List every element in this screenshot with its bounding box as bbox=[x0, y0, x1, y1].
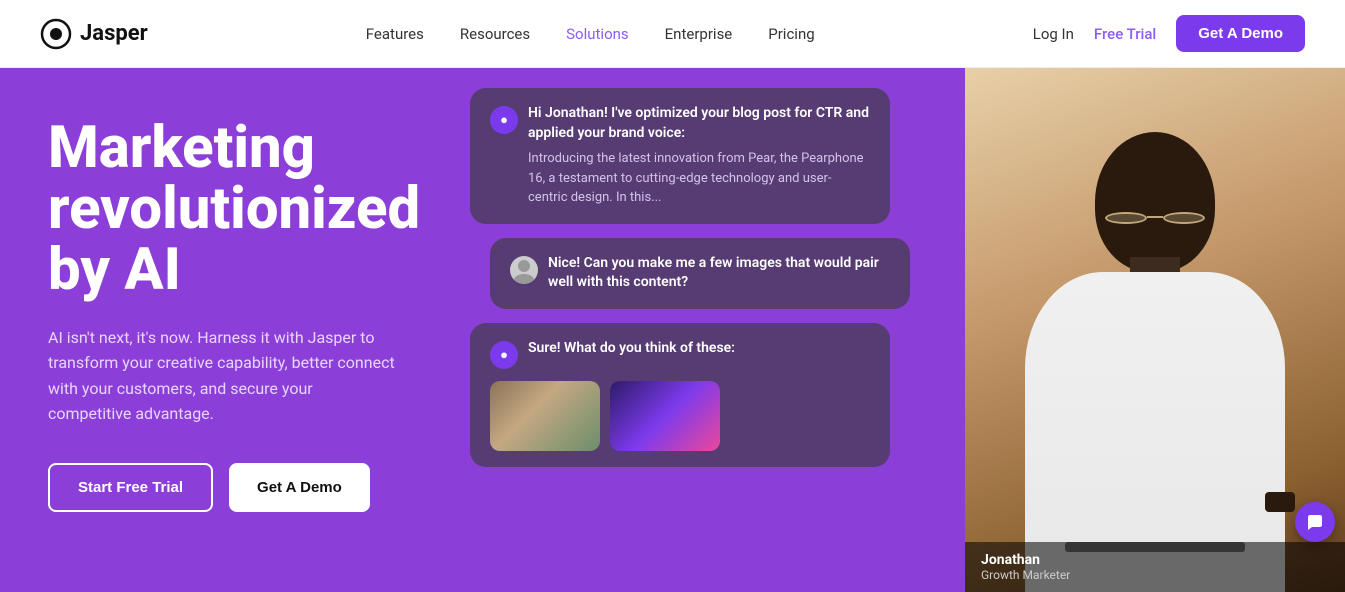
nav-features[interactable]: Features bbox=[366, 25, 424, 43]
get-demo-hero-button[interactable]: Get A Demo bbox=[229, 463, 370, 512]
chat-bubble-1-body: Introducing the latest innovation from P… bbox=[528, 149, 870, 208]
watch-hint bbox=[1265, 492, 1295, 512]
person-container bbox=[995, 112, 1315, 592]
chat-bubble-1: ● Hi Jonathan! I've optimized your blog … bbox=[470, 88, 890, 224]
hero-person-photo: Jonathan Growth Marketer bbox=[965, 68, 1345, 592]
logo-text: Jasper bbox=[80, 21, 148, 46]
person-name-tag: Jonathan Growth Marketer bbox=[965, 542, 1345, 592]
person-head bbox=[1095, 132, 1215, 272]
chat-bubble-1-bold: Hi Jonathan! I've optimized your blog po… bbox=[528, 104, 870, 143]
glasses-hint bbox=[1105, 212, 1205, 224]
hero-subtitle: AI isn't next, it's now. Harness it with… bbox=[48, 325, 398, 427]
jasper-logo-icon bbox=[40, 18, 72, 50]
nav-links: Features Resources Solutions Enterprise … bbox=[366, 25, 815, 43]
nav-solutions[interactable]: Solutions bbox=[566, 25, 629, 43]
generated-image-2 bbox=[610, 381, 720, 451]
user-avatar bbox=[510, 256, 538, 284]
nav-right: Log In Free Trial Get A Demo bbox=[1033, 15, 1305, 52]
hero-left: Marketing revolutionized by AI AI isn't … bbox=[0, 68, 430, 592]
chat-bubble-3-text: Sure! What do you think of these: bbox=[528, 339, 870, 359]
nav-pricing[interactable]: Pricing bbox=[768, 25, 814, 43]
nav-resources[interactable]: Resources bbox=[460, 25, 530, 43]
photo-background: Jonathan Growth Marketer bbox=[965, 68, 1345, 592]
login-link[interactable]: Log In bbox=[1033, 25, 1074, 43]
person-name: Jonathan bbox=[981, 552, 1329, 568]
hero-buttons: Start Free Trial Get A Demo bbox=[48, 463, 430, 512]
person-role: Growth Marketer bbox=[981, 568, 1329, 582]
navbar: Jasper Features Resources Solutions Ente… bbox=[0, 0, 1345, 68]
chat-bubble-3: ● Sure! What do you think of these: bbox=[470, 323, 890, 467]
free-trial-link[interactable]: Free Trial bbox=[1094, 25, 1156, 43]
hero-title: Marketing revolutionized by AI bbox=[48, 118, 430, 301]
jasper-ai-icon: ● bbox=[490, 106, 518, 134]
generated-image-1 bbox=[490, 381, 600, 451]
start-free-trial-button[interactable]: Start Free Trial bbox=[48, 463, 213, 512]
jasper-ai-icon-2: ● bbox=[490, 341, 518, 369]
chat-support-icon[interactable] bbox=[1295, 502, 1335, 542]
chat-generated-images bbox=[490, 381, 870, 451]
chat-bubble-2: Nice! Can you make me a few images that … bbox=[490, 238, 910, 309]
nav-enterprise[interactable]: Enterprise bbox=[665, 25, 733, 43]
hero-section: Marketing revolutionized by AI AI isn't … bbox=[0, 68, 1345, 592]
logo[interactable]: Jasper bbox=[40, 18, 148, 50]
get-demo-nav-button[interactable]: Get A Demo bbox=[1176, 15, 1305, 52]
hero-chat-area: ● Hi Jonathan! I've optimized your blog … bbox=[430, 68, 965, 592]
chat-bubble-2-text: Nice! Can you make me a few images that … bbox=[548, 254, 890, 293]
